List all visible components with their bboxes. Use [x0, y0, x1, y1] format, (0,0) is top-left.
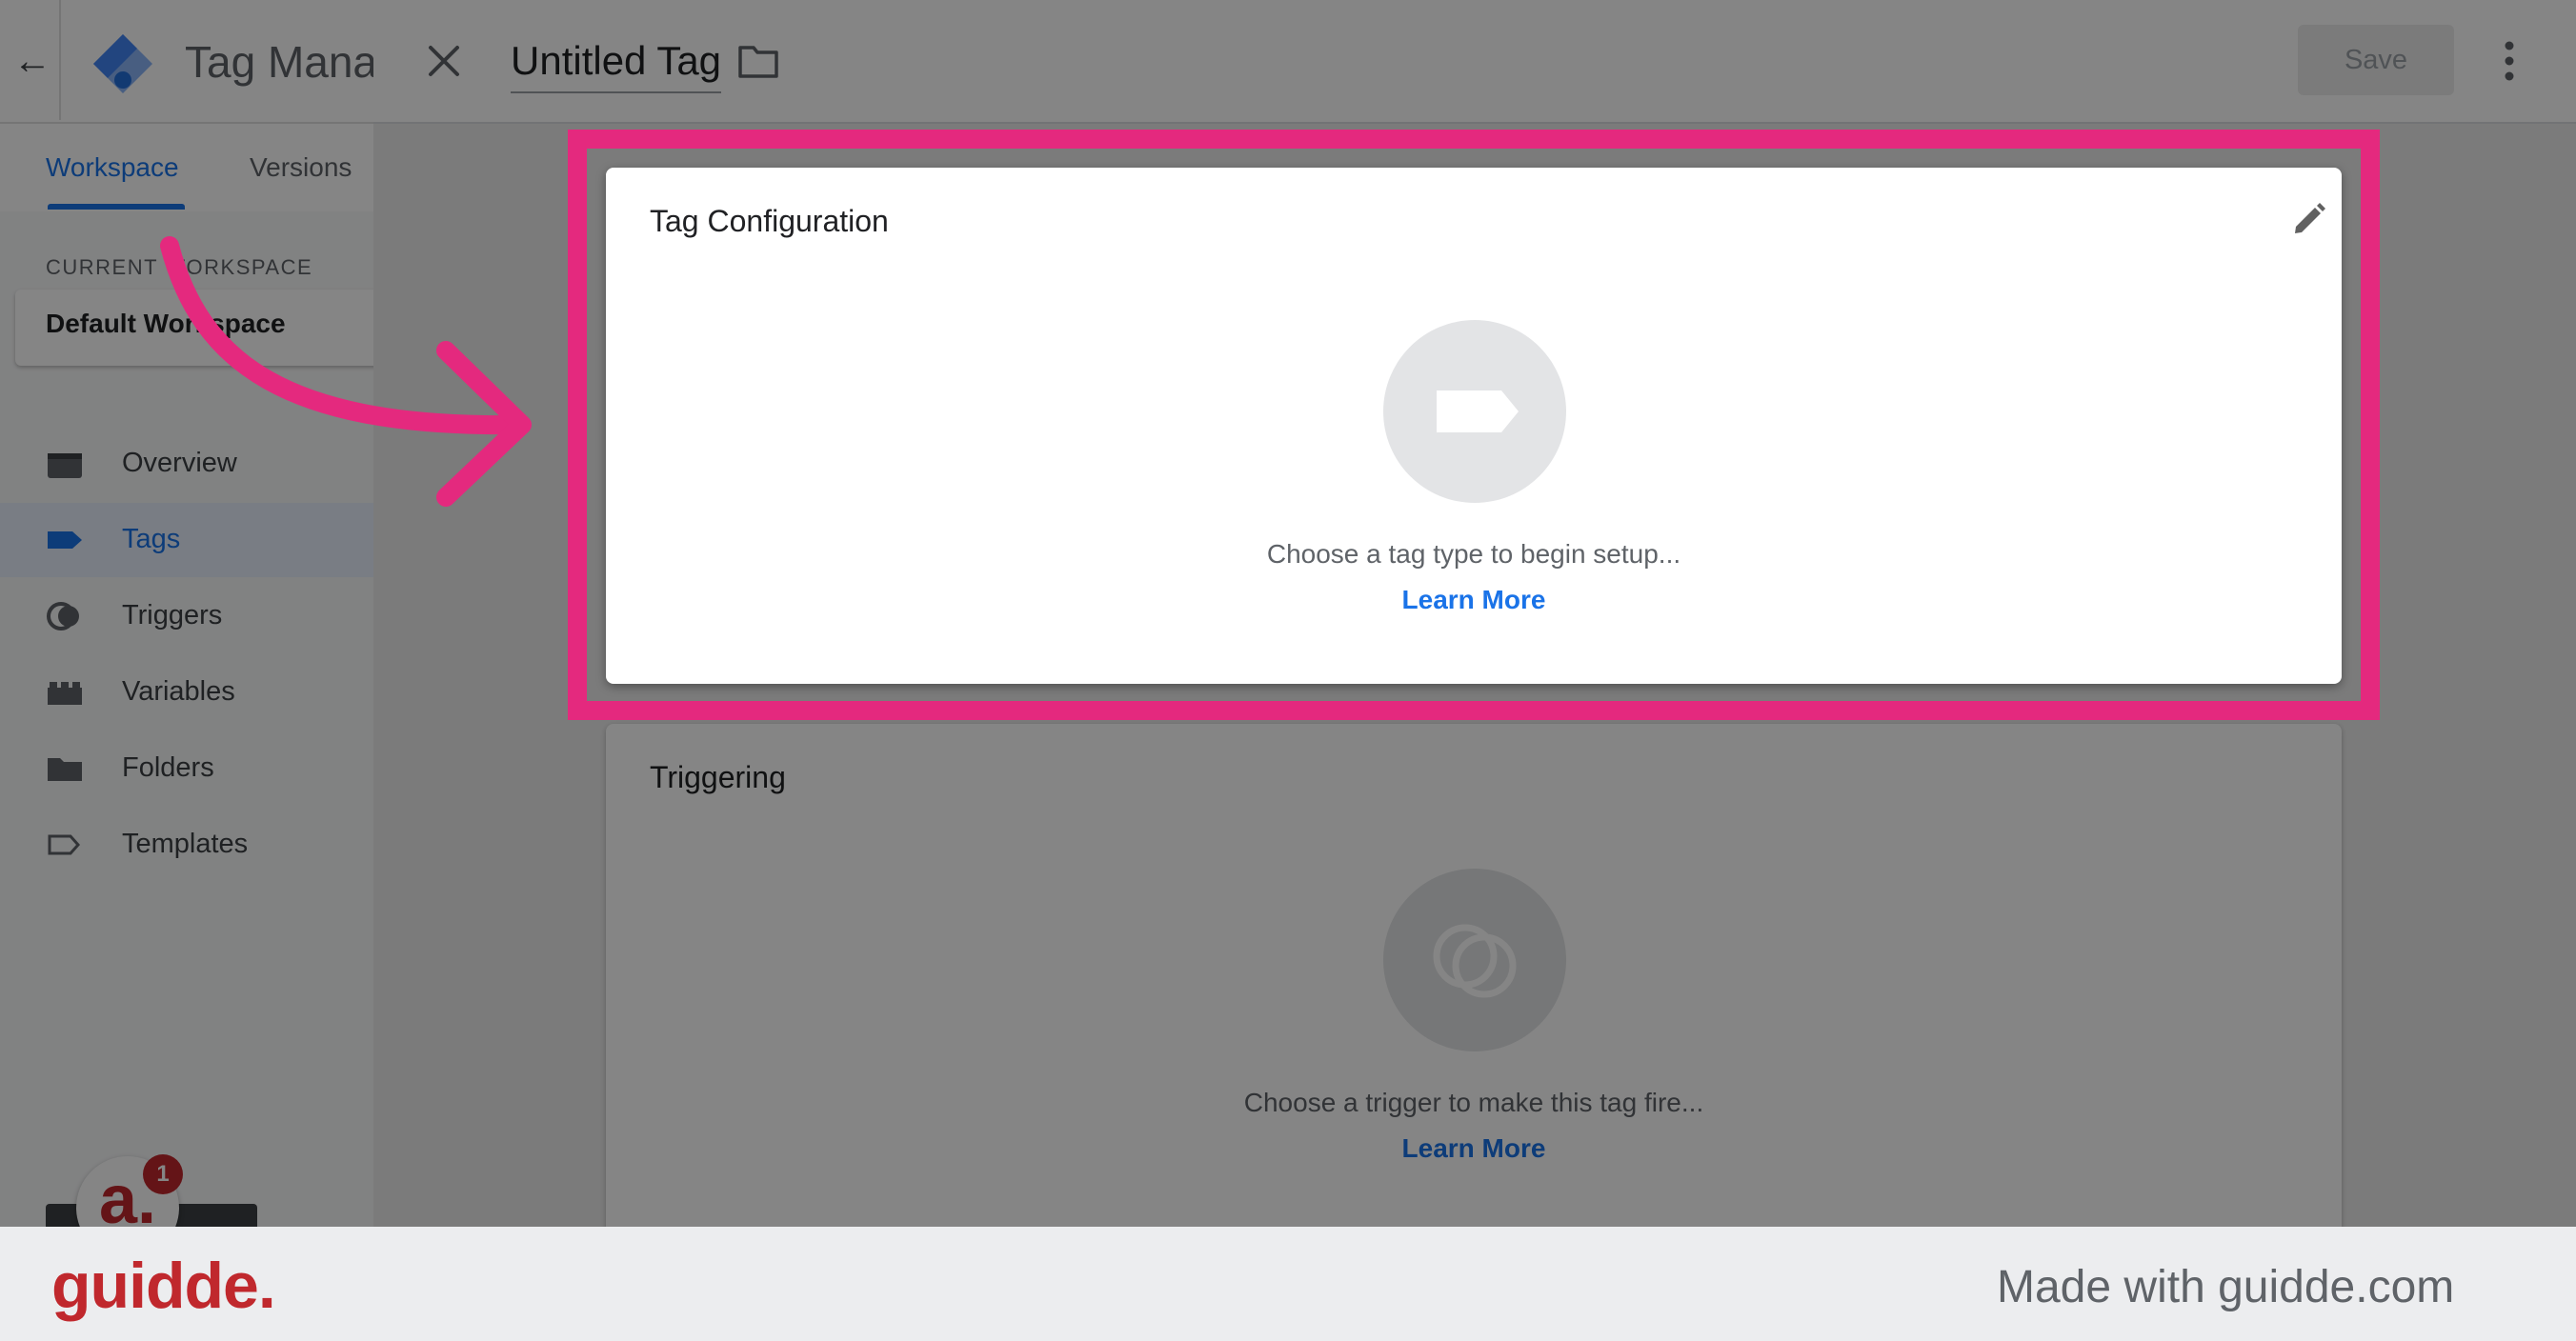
tag-configuration-card[interactable]: Tag Configuration Choose a tag type to b…: [606, 168, 2342, 684]
edit-pencil-icon[interactable]: [2288, 198, 2330, 240]
guidde-footer: guidde. Made with guidde.com: [0, 1227, 2576, 1341]
guide-arrow-icon: [160, 236, 532, 507]
made-with-text: Made with guidde.com: [1997, 1262, 2455, 1312]
modal-backdrop: [0, 0, 373, 1227]
tag-config-hint: Choose a tag type to begin setup...: [1266, 539, 1681, 569]
tag-configuration-title: Tag Configuration: [650, 204, 889, 238]
guidde-logo: guidde.: [51, 1250, 276, 1322]
tag-type-placeholder-icon[interactable]: [1383, 320, 1566, 503]
tag-config-learn-more-link[interactable]: Learn More: [606, 581, 2342, 619]
